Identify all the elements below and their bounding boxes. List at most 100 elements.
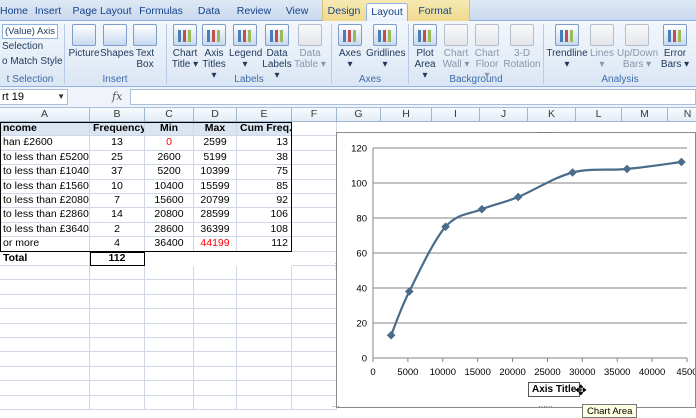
- tab-review[interactable]: Review: [234, 3, 274, 21]
- empty-cell[interactable]: [237, 309, 292, 324]
- chevron-down-icon[interactable]: ▼: [57, 90, 65, 104]
- empty-cell[interactable]: [145, 280, 194, 295]
- empty-cell[interactable]: [292, 179, 337, 194]
- empty-cell[interactable]: [145, 309, 194, 324]
- table-header-cell[interactable]: Max: [194, 122, 237, 137]
- table-cell[interactable]: 20800: [145, 208, 194, 223]
- empty-cell[interactable]: [292, 222, 337, 238]
- table-cell[interactable]: 7: [90, 194, 145, 209]
- empty-cell[interactable]: [90, 266, 145, 281]
- empty-cell[interactable]: [145, 366, 194, 382]
- empty-cell[interactable]: [292, 338, 337, 353]
- table-cell[interactable]: 112: [237, 237, 292, 252]
- up-down-bars-button[interactable]: Up/Down Bars ▾: [617, 24, 658, 70]
- empty-cell[interactable]: [292, 208, 337, 223]
- total-value-cell[interactable]: 112: [90, 251, 145, 266]
- empty-cell[interactable]: [0, 309, 90, 324]
- tab-data[interactable]: Data: [194, 3, 224, 21]
- column-header-c[interactable]: C: [145, 108, 194, 122]
- empty-cell[interactable]: [90, 280, 145, 295]
- tab-design[interactable]: Design: [324, 3, 364, 21]
- column-header-g[interactable]: G: [337, 108, 381, 122]
- empty-cell[interactable]: [194, 352, 237, 367]
- table-cell[interactable]: 5199: [194, 150, 237, 166]
- gridlines-button[interactable]: Gridlines ▾: [366, 24, 405, 70]
- shapes-button[interactable]: Shapes: [100, 24, 134, 59]
- empty-cell[interactable]: [237, 352, 292, 367]
- column-header-n[interactable]: N: [668, 108, 696, 122]
- tab-home[interactable]: Home: [0, 3, 28, 21]
- chart-elements-combo[interactable]: (Value) Axis Tr: [2, 24, 58, 39]
- format-selection-button[interactable]: Selection: [2, 40, 43, 54]
- empty-cell[interactable]: [0, 352, 90, 367]
- empty-cell[interactable]: [237, 338, 292, 353]
- empty-cell[interactable]: [90, 294, 145, 310]
- empty-cell[interactable]: [194, 338, 237, 353]
- empty-cell[interactable]: [90, 395, 145, 410]
- table-header-cell[interactable]: Min: [145, 122, 194, 137]
- empty-cell[interactable]: [194, 294, 237, 310]
- empty-cell[interactable]: [292, 366, 337, 382]
- empty-cell[interactable]: [237, 395, 292, 410]
- empty-cell[interactable]: [194, 266, 237, 281]
- trendline-button[interactable]: Trendline ▾: [546, 24, 588, 70]
- column-header-l[interactable]: L: [576, 108, 622, 122]
- table-cell[interactable]: to less than £5200: [0, 150, 90, 166]
- empty-cell[interactable]: [194, 381, 237, 396]
- empty-cell[interactable]: [0, 338, 90, 353]
- table-cell[interactable]: 92: [237, 194, 292, 209]
- empty-cell[interactable]: [90, 352, 145, 367]
- empty-cell[interactable]: [292, 280, 337, 295]
- tab-formulas[interactable]: Formulas: [138, 3, 184, 21]
- table-cell[interactable]: to less than £15600: [0, 179, 90, 194]
- empty-cell[interactable]: [145, 266, 194, 281]
- table-cell[interactable]: 13: [237, 136, 292, 151]
- empty-cell[interactable]: [145, 323, 194, 338]
- error-bars-button[interactable]: Error Bars ▾: [658, 24, 692, 70]
- table-cell[interactable]: 0: [145, 136, 194, 151]
- empty-cell[interactable]: [90, 338, 145, 353]
- table-cell[interactable]: 25: [90, 150, 145, 166]
- empty-cell[interactable]: [194, 323, 237, 338]
- empty-cell[interactable]: [0, 294, 90, 310]
- table-cell[interactable]: or more: [0, 237, 90, 252]
- table-cell[interactable]: 36399: [194, 222, 237, 238]
- table-cell[interactable]: 14: [90, 208, 145, 223]
- table-cell[interactable]: 2600: [145, 150, 194, 166]
- tab-view[interactable]: View: [282, 3, 312, 21]
- axes-button[interactable]: Axes ▾: [336, 24, 364, 70]
- table-cell[interactable]: 2599: [194, 136, 237, 151]
- total-label-cell[interactable]: Total: [0, 251, 90, 266]
- empty-cell[interactable]: [292, 266, 337, 281]
- table-cell[interactable]: 36400: [145, 237, 194, 252]
- tab-insert[interactable]: Insert: [30, 3, 66, 21]
- data-table-button[interactable]: Data Table ▾: [293, 24, 327, 70]
- empty-cell[interactable]: [90, 366, 145, 382]
- chart-resize-handle-left[interactable]: ⋮: [332, 262, 340, 271]
- table-cell[interactable]: 4: [90, 237, 145, 252]
- chart-title-button[interactable]: Chart Title ▾: [170, 24, 200, 70]
- table-cell[interactable]: 10399: [194, 165, 237, 180]
- table-cell[interactable]: 38: [237, 150, 292, 166]
- table-cell[interactable]: to less than £20800: [0, 194, 90, 209]
- formula-input[interactable]: [130, 89, 696, 105]
- column-header-k[interactable]: K: [528, 108, 576, 122]
- empty-cell[interactable]: [292, 165, 337, 180]
- empty-cell[interactable]: [145, 395, 194, 410]
- empty-cell[interactable]: [145, 381, 194, 396]
- empty-cell[interactable]: [194, 309, 237, 324]
- table-cell[interactable]: 20799: [194, 194, 237, 209]
- empty-cell[interactable]: [292, 294, 337, 310]
- table-cell[interactable]: 108: [237, 222, 292, 238]
- column-header-j[interactable]: J: [480, 108, 528, 122]
- table-cell[interactable]: 85: [237, 179, 292, 194]
- column-header-d[interactable]: D: [194, 108, 237, 122]
- empty-cell[interactable]: [90, 381, 145, 396]
- column-header-h[interactable]: H: [381, 108, 432, 122]
- empty-cell[interactable]: [292, 122, 337, 137]
- empty-cell[interactable]: [145, 352, 194, 367]
- tab-page-layout[interactable]: Page Layout: [72, 3, 132, 21]
- table-cell[interactable]: 28599: [194, 208, 237, 223]
- chart-wall-button[interactable]: Chart Wall ▾: [441, 24, 471, 70]
- table-cell[interactable]: 75: [237, 165, 292, 180]
